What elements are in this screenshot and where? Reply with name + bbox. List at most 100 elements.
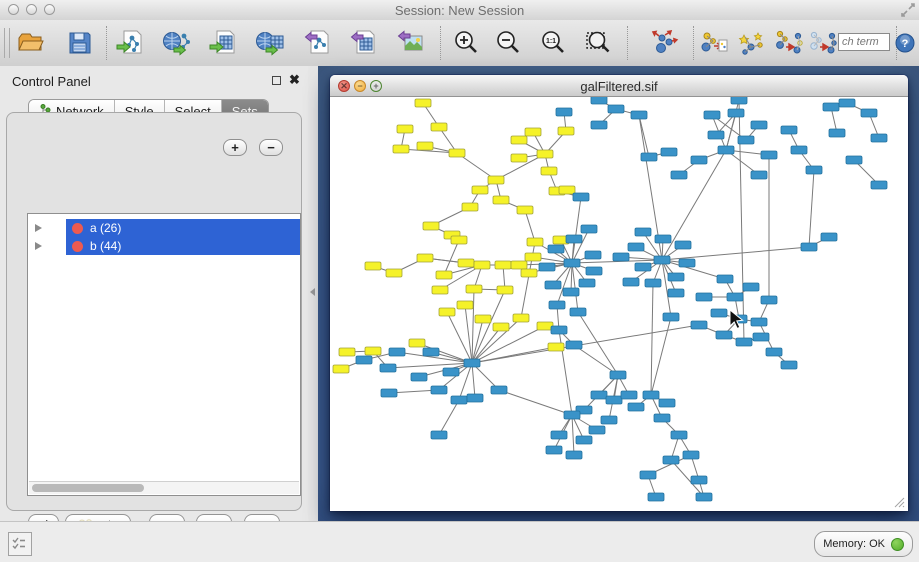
graph-node[interactable] <box>679 259 695 267</box>
graph-node[interactable] <box>566 451 582 459</box>
graph-node[interactable] <box>671 171 687 179</box>
graph-node[interactable] <box>691 156 707 164</box>
graph-node[interactable] <box>339 348 355 356</box>
graph-node[interactable] <box>613 253 629 261</box>
network-window-titlebar[interactable]: ✕ − + galFiltered.sif <box>330 75 908 97</box>
zoom-fit-button[interactable]: 1:1 <box>536 27 570 59</box>
zoom-in-button[interactable] <box>449 27 483 59</box>
graph-node[interactable] <box>559 186 575 194</box>
graph-node[interactable] <box>623 278 639 286</box>
graph-edge[interactable] <box>651 283 653 395</box>
graph-edge[interactable] <box>439 400 459 435</box>
graph-node[interactable] <box>458 259 474 267</box>
graph-node[interactable] <box>668 273 684 281</box>
graph-edge[interactable] <box>444 240 459 275</box>
float-panel-icon[interactable] <box>272 76 281 85</box>
graph-edge[interactable] <box>388 363 472 368</box>
import-table-web-button[interactable] <box>253 27 287 59</box>
graph-node[interactable] <box>675 241 691 249</box>
graph-node[interactable] <box>806 166 822 174</box>
help-button[interactable]: ? <box>892 27 918 59</box>
import-network-web-button[interactable] <box>160 27 194 59</box>
graph-node[interactable] <box>548 245 564 253</box>
graph-node[interactable] <box>539 263 555 271</box>
graph-node[interactable] <box>381 389 397 397</box>
fullscreen-icon[interactable] <box>901 3 915 17</box>
graph-node[interactable] <box>431 123 447 131</box>
disclosure-triangle-icon[interactable] <box>35 224 42 232</box>
graph-node[interactable] <box>635 263 651 271</box>
graph-node[interactable] <box>791 146 807 154</box>
graph-node[interactable] <box>589 426 605 434</box>
graph-node[interactable] <box>728 109 744 117</box>
graph-node[interactable] <box>386 269 402 277</box>
graph-node[interactable] <box>691 476 707 484</box>
graph-edge[interactable] <box>472 326 545 363</box>
graph-node[interactable] <box>731 97 747 104</box>
graph-node[interactable] <box>716 331 732 339</box>
graph-node[interactable] <box>380 364 396 372</box>
graph-node[interactable] <box>417 254 433 262</box>
graph-node[interactable] <box>488 176 504 184</box>
graph-node[interactable] <box>475 315 491 323</box>
graph-node[interactable] <box>462 203 478 211</box>
graph-edge[interactable] <box>572 415 574 455</box>
app-titlebar[interactable]: Session: New Session <box>0 0 919 21</box>
graph-node[interactable] <box>556 108 572 116</box>
add-set-button[interactable]: + <box>223 139 247 156</box>
graph-node[interactable] <box>570 308 586 316</box>
graph-node[interactable] <box>551 326 567 334</box>
graph-node[interactable] <box>736 338 752 346</box>
graph-node[interactable] <box>464 359 480 367</box>
graph-node[interactable] <box>356 356 372 364</box>
graph-node[interactable] <box>397 125 413 133</box>
graph-node[interactable] <box>466 285 482 293</box>
graph-node[interactable] <box>573 193 589 201</box>
zoom-out-button[interactable] <box>491 27 525 59</box>
graph-node[interactable] <box>545 281 561 289</box>
graph-node[interactable] <box>645 279 661 287</box>
graph-node[interactable] <box>527 238 543 246</box>
graph-node[interactable] <box>704 111 720 119</box>
graph-node[interactable] <box>586 267 602 275</box>
network-view-window[interactable]: ✕ − + galFiltered.sif <box>330 75 908 511</box>
graph-edge[interactable] <box>651 317 671 395</box>
graph-node[interactable] <box>761 151 777 159</box>
graph-node[interactable] <box>668 289 684 297</box>
graph-node[interactable] <box>683 451 699 459</box>
graph-node[interactable] <box>393 145 409 153</box>
graph-edge[interactable] <box>639 115 649 157</box>
graph-node[interactable] <box>871 181 887 189</box>
graph-node[interactable] <box>449 149 465 157</box>
remove-set-button[interactable]: − <box>259 139 283 156</box>
graph-edge[interactable] <box>809 170 814 247</box>
graph-node[interactable] <box>610 371 626 379</box>
graph-node[interactable] <box>564 259 580 267</box>
graph-node[interactable] <box>871 134 887 142</box>
graph-node[interactable] <box>439 308 455 316</box>
graph-node[interactable] <box>654 414 670 422</box>
graph-node[interactable] <box>365 262 381 270</box>
graph-node[interactable] <box>708 131 724 139</box>
graph-node[interactable] <box>839 99 855 107</box>
graph-node[interactable] <box>432 286 448 294</box>
graph-node[interactable] <box>493 196 509 204</box>
graph-edge[interactable] <box>472 363 475 398</box>
close-panel-icon[interactable]: ✖ <box>289 73 300 87</box>
export-table-button[interactable] <box>346 27 380 59</box>
graph-node[interactable] <box>621 391 637 399</box>
graph-node[interactable] <box>497 286 513 294</box>
graph-node[interactable] <box>671 431 687 439</box>
graph-node[interactable] <box>495 261 511 269</box>
graph-node[interactable] <box>558 127 574 135</box>
graph-node[interactable] <box>511 136 527 144</box>
graph-edge[interactable] <box>472 289 474 363</box>
show-all-button[interactable] <box>806 27 840 59</box>
graph-node[interactable] <box>861 109 877 117</box>
graph-edge[interactable] <box>499 390 572 415</box>
graph-node[interactable] <box>761 296 777 304</box>
graph-node[interactable] <box>766 348 782 356</box>
export-network-button[interactable] <box>300 27 334 59</box>
graph-node[interactable] <box>423 222 439 230</box>
graph-node[interactable] <box>564 411 580 419</box>
